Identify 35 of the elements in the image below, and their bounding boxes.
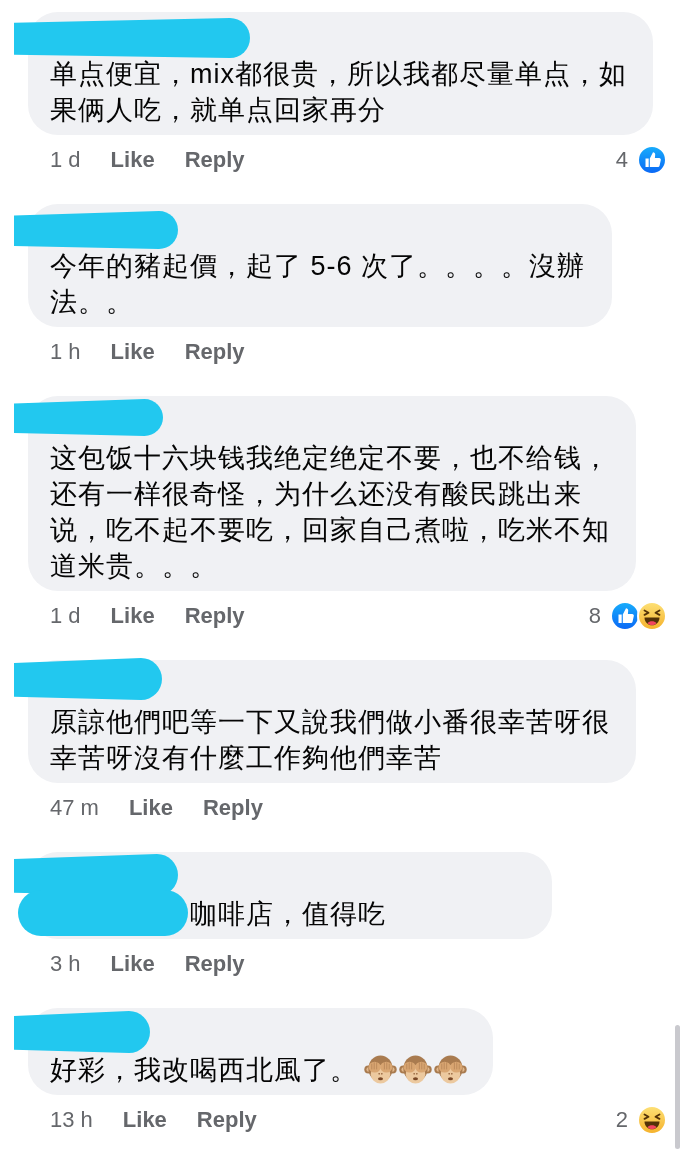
comment-time: 13 h <box>50 1107 93 1133</box>
reaction-count: 8 <box>588 603 601 629</box>
reply-link[interactable]: Reply <box>184 603 245 629</box>
comment-text: 咖啡店，值得吃 <box>190 899 386 929</box>
thumbs-up-icon <box>610 601 640 631</box>
scrollbar-thumb[interactable] <box>675 1025 680 1149</box>
laughing-face-icon <box>637 1105 667 1135</box>
comment-text: 今年的豬起價，起了 5-6 次了。。。。沒辦法。。 <box>50 251 586 317</box>
reply-link[interactable]: Reply <box>184 147 245 173</box>
like-link[interactable]: Like <box>110 603 155 629</box>
monkey-covering-eyes-icon <box>434 1053 467 1086</box>
comment-time: 47 m <box>50 795 99 821</box>
reply-link[interactable]: Reply <box>184 339 245 365</box>
laughing-face-icon <box>637 601 667 631</box>
like-link[interactable]: Like <box>122 1107 167 1133</box>
like-link[interactable]: Like <box>110 951 155 977</box>
comment-text: 这包饭十六块钱我绝定绝定不要，也不给钱，还有一样很奇怪，为什么还没有酸民跳出来说，吃不起不要吃，回家自己煮啦，吃米不知道米贵。。。 <box>50 443 610 581</box>
reply-link[interactable]: Reply <box>184 951 245 977</box>
monkey-covering-eyes-icon <box>399 1053 432 1086</box>
comment-text: 好彩，我改喝西北風了。 <box>50 1055 358 1085</box>
reaction-count: 4 <box>615 147 628 173</box>
comment-time: 1 d <box>50 147 81 173</box>
comment-time: 1 d <box>50 603 81 629</box>
comment-text: 单点便宜，mix都很贵，所以我都尽量单点，如果俩人吃，就单点回家再分 <box>50 59 627 125</box>
like-link[interactable]: Like <box>128 795 173 821</box>
monkey-covering-eyes-icon <box>364 1053 397 1086</box>
reply-link[interactable]: Reply <box>202 795 263 821</box>
like-link[interactable]: Like <box>110 147 155 173</box>
reaction-count: 2 <box>615 1107 628 1133</box>
like-link[interactable]: Like <box>110 339 155 365</box>
comment-time: 3 h <box>50 951 81 977</box>
comment-text: 原諒他們吧等一下又說我們做小番很幸苦呀很幸苦呀沒有什麼工作夠他們幸苦 <box>50 707 610 773</box>
reply-link[interactable]: Reply <box>196 1107 257 1133</box>
comment-time: 1 h <box>50 339 81 365</box>
thumbs-up-icon <box>637 145 667 175</box>
